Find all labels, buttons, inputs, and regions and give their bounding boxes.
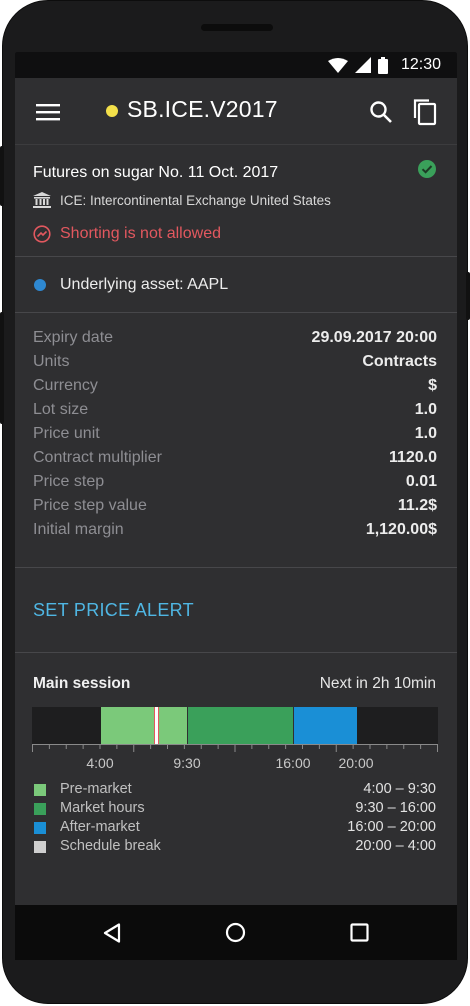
property-key: Price step value	[33, 497, 147, 514]
axis-label-20: 20:00	[338, 755, 374, 771]
page-title: SB.ICE.V2017	[127, 96, 278, 122]
property-value: Contracts	[362, 353, 437, 370]
timeline-ticks	[32, 744, 438, 752]
legend-market-hours: Market hours 9:30 – 16:00	[33, 800, 436, 820]
property-value: 1120.0	[388, 449, 437, 466]
property-row: Price step 0.01	[33, 471, 437, 495]
property-key: Initial margin	[33, 521, 124, 538]
speaker-grille	[201, 24, 273, 31]
axis-label-930: 9:30	[173, 755, 201, 771]
property-value: 1.0	[414, 401, 437, 418]
property-key: Units	[33, 353, 70, 370]
shorting-warning: Shorting is not allowed	[60, 225, 221, 242]
navigation-bar	[15, 905, 457, 960]
underlying-asset-row[interactable]: Underlying asset: AAPL	[15, 257, 457, 313]
market-hours-segment	[187, 707, 293, 744]
pre-market-segment	[101, 707, 187, 744]
axis-label-16: 16:00	[275, 755, 311, 771]
recents-icon[interactable]	[350, 923, 369, 942]
battery-icon	[377, 56, 388, 74]
status-dot	[106, 105, 118, 117]
instrument-name: Futures on sugar No. 11 Oct. 2017	[33, 164, 279, 181]
toolbar: SB.ICE.V2017	[15, 78, 457, 144]
legend-pre-market: Pre-market 4:00 – 9:30	[33, 781, 436, 801]
property-value: 1,120.00$	[365, 521, 437, 538]
trading-session: Main session Next in 2h 10min 4:00 9:30 …	[15, 653, 457, 893]
wifi-icon	[327, 57, 348, 73]
volume-button	[0, 146, 4, 206]
property-key: Price step	[33, 473, 105, 490]
property-value: 0.01	[405, 473, 437, 490]
session-next: Next in 2h 10min	[319, 675, 436, 692]
property-row: Contract multiplier 1120.0	[33, 447, 437, 471]
price-alert-section: SET PRICE ALERT	[15, 568, 457, 653]
property-row: Initial margin 1,120.00$	[33, 519, 437, 543]
signal-icon	[354, 57, 371, 73]
menu-icon[interactable]	[36, 103, 60, 121]
property-value: 29.09.2017 20:00	[311, 329, 437, 346]
status-time: 12:30	[400, 56, 441, 73]
property-key: Price unit	[33, 425, 100, 442]
property-key: Expiry date	[33, 329, 114, 346]
instrument-info: Futures on sugar No. 11 Oct. 2017 ICE: I…	[15, 144, 457, 257]
check-circle-icon	[418, 160, 436, 178]
back-icon[interactable]	[103, 923, 121, 943]
exchange-name: ICE: Intercontinental Exchange United St…	[60, 193, 331, 208]
copy-icon[interactable]	[412, 98, 438, 126]
property-key: Lot size	[33, 401, 89, 418]
contract-properties: Expiry date 29.09.2017 20:00 Units Contract…	[15, 313, 457, 568]
property-value: 1.0	[414, 425, 437, 442]
legend-schedule-break: Schedule break 20:00 – 4:00	[33, 838, 436, 858]
property-row: Price step value 11.2$	[33, 495, 437, 519]
screen: 12:30 SB.ICE.V2017 Futures on sugar No. …	[15, 52, 457, 958]
property-value: 11.2$	[397, 497, 437, 514]
property-key: Contract multiplier	[33, 449, 162, 466]
set-price-alert-button[interactable]: SET PRICE ALERT	[33, 600, 194, 621]
property-row: Units Contracts	[33, 351, 437, 375]
property-row: Price unit 1.0	[33, 423, 437, 447]
no-shorting-icon	[33, 225, 51, 243]
home-icon[interactable]	[225, 922, 246, 943]
power-button	[0, 312, 4, 424]
session-title: Main session	[33, 675, 131, 692]
underlying-dot	[34, 279, 46, 291]
after-market-segment	[293, 707, 357, 744]
property-row: Expiry date 29.09.2017 20:00	[33, 327, 437, 351]
legend-after-market: After-market 16:00 – 20:00	[33, 819, 436, 839]
property-row: Lot size 1.0	[33, 399, 437, 423]
status-bar: 12:30	[15, 52, 457, 78]
property-value: $	[428, 377, 437, 394]
search-icon[interactable]	[369, 100, 393, 124]
property-key: Currency	[33, 377, 98, 394]
current-time-marker	[154, 707, 159, 744]
property-row: Currency $	[33, 375, 437, 399]
underlying-asset-label: Underlying asset: AAPL	[60, 276, 229, 293]
bank-icon	[33, 192, 51, 208]
axis-label-4: 4:00	[86, 755, 114, 771]
session-timeline	[32, 707, 438, 744]
side-button	[466, 272, 470, 320]
